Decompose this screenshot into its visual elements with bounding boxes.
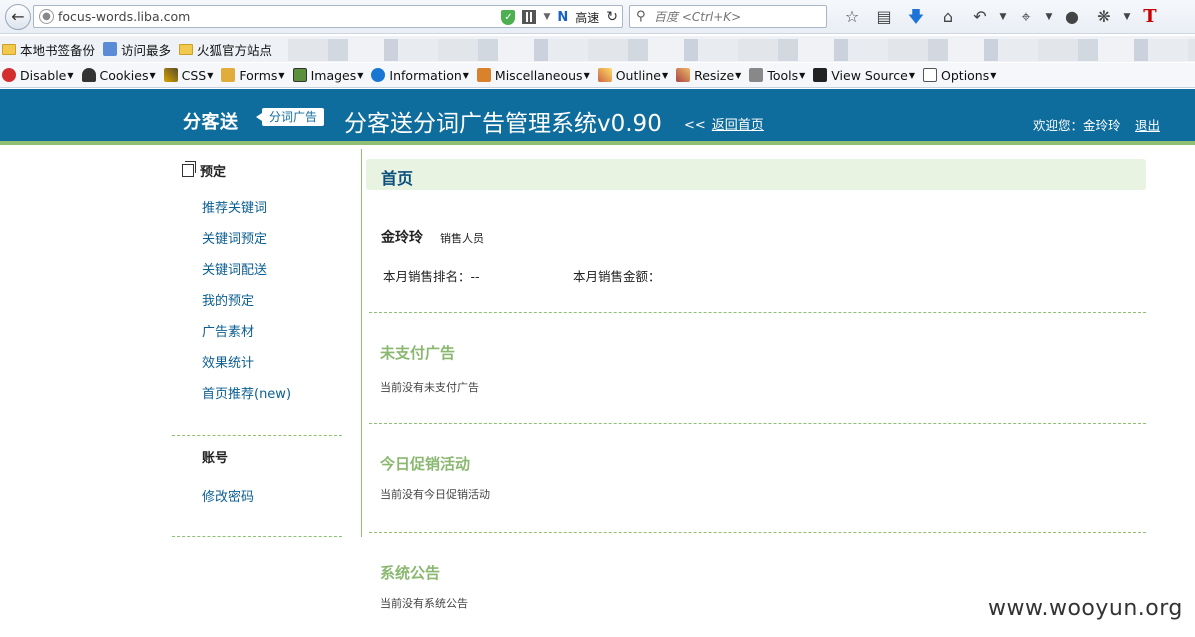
sidebar-link-recommended-keywords[interactable]: 推荐关键词 (202, 197, 291, 228)
forms-icon (221, 68, 236, 82)
dropdown-caret-icon[interactable]: ▼ (543, 12, 550, 22)
most-visited-icon (103, 42, 118, 56)
devbar-cookies[interactable]: Cookies ▼ (81, 68, 156, 83)
section-title-announcements: 系统公告 (380, 564, 441, 582)
copy-icon (182, 161, 196, 177)
crop-dropdown-icon[interactable]: ▼ (1042, 6, 1056, 28)
user-name: 金玲玲 (381, 230, 423, 246)
search-input[interactable] (654, 8, 822, 25)
bookmark-item[interactable]: 本地书签备份 (2, 40, 95, 59)
bookmark-item[interactable]: 火狐官方站点 (179, 40, 272, 59)
section-title-unpaid-ads: 未支付广告 (380, 344, 456, 362)
back-home-link[interactable]: 返回首页 (712, 118, 764, 133)
sidebar-link-statistics[interactable]: 效果统计 (202, 352, 291, 383)
speed-icon[interactable]: N (557, 10, 568, 25)
search-engine-icon[interactable]: ⚲ (636, 9, 646, 24)
section-title-promotions: 今日促销活动 (380, 455, 471, 473)
system-title: 分客送分词广告管理系统v0.90 (344, 111, 662, 137)
sidebar-link-my-reservations[interactable]: 我的预定 (202, 290, 291, 321)
back-home: << 返回首页 (684, 114, 764, 133)
text-t-icon[interactable]: T (1134, 6, 1166, 28)
web-developer-toolbar: Disable ▼ Cookies ▼ CSS ▼ Forms ▼ Images ▼ In… (0, 63, 1195, 88)
bug-dropdown-icon[interactable]: ▼ (1120, 6, 1134, 28)
monthly-sales-amount: 本月销售金额： (573, 269, 661, 284)
browser-toolbar: ☆ ▤ 🡇 ⌂ ↶ ▼ ⌖ ▼ ● ❋ ▼ T (836, 6, 1166, 28)
sidebar-divider (172, 435, 342, 436)
miscellaneous-icon (476, 68, 491, 82)
options-icon (923, 68, 938, 82)
speed-label[interactable]: 高速 (575, 9, 599, 26)
outline-icon (597, 68, 612, 82)
watermark: www.wooyun.org (988, 596, 1183, 621)
disable-icon (2, 68, 16, 82)
logo-badge: 分词广告 (255, 108, 325, 126)
sidebar-link-change-password[interactable]: 修改密码 (202, 486, 254, 505)
tools-icon (749, 68, 764, 82)
globe-icon: ● (39, 9, 54, 24)
sidebar-link-keyword-reserve[interactable]: 关键词预定 (202, 228, 291, 259)
resize-icon (676, 68, 691, 82)
devbar-resize[interactable]: Resize ▼ (676, 68, 741, 83)
search-box[interactable]: ⚲ (629, 5, 827, 28)
devbar-miscellaneous[interactable]: Miscellaneous ▼ (476, 68, 590, 83)
devbar-tools[interactable]: Tools ▼ (749, 68, 805, 83)
section-text-promotions: 当前没有今日促销活动 (380, 488, 490, 501)
sidebar-section-reserve: 预定 (182, 161, 226, 180)
sidebar-links: 推荐关键词 关键词预定 关键词配送 我的预定 广告素材 效果统计 首页推荐(ne… (202, 197, 291, 414)
page-header: 首页 (366, 159, 1146, 190)
devbar-images[interactable]: Images ▼ (292, 68, 363, 83)
sidebar-section-account: 账号 (202, 451, 229, 466)
devbar-view-source[interactable]: View Source ▼ (813, 68, 915, 83)
sidebar-link-keyword-delivery[interactable]: 关键词配送 (202, 259, 291, 290)
welcome-text: 欢迎您：金玲玲 (1033, 118, 1121, 133)
bookmark-item[interactable]: 访问最多 (103, 40, 171, 59)
devbar-forms[interactable]: Forms ▼ (221, 68, 285, 83)
bookmark-star-icon[interactable]: ☆ (836, 6, 868, 28)
double-chevron-left-icon: << (684, 118, 706, 133)
information-icon (371, 68, 386, 82)
back-button[interactable]: ← (5, 4, 31, 30)
devbar-outline[interactable]: Outline ▼ (597, 68, 668, 83)
section-divider (369, 312, 1146, 313)
download-arrow-icon[interactable]: 🡇 (900, 6, 932, 28)
bug-icon[interactable]: ❋ (1088, 6, 1120, 28)
user-role: 销售人员 (440, 232, 484, 245)
undo-dropdown-icon[interactable]: ▼ (996, 6, 1010, 28)
reader-list-icon[interactable]: ▤ (868, 6, 900, 28)
sidebar-divider (172, 536, 342, 537)
page-title: 首页 (381, 169, 414, 188)
url-text[interactable]: focus-words.liba.com (58, 9, 190, 24)
logout-link[interactable]: 退出 (1135, 115, 1160, 134)
crop-icon[interactable]: ⌖ (1010, 6, 1042, 28)
reload-icon[interactable]: ↻ (606, 9, 618, 25)
section-divider (369, 532, 1146, 533)
view-source-icon (813, 68, 828, 82)
css-icon (163, 68, 178, 82)
sidebar-link-ad-materials[interactable]: 广告素材 (202, 321, 291, 352)
address-bar[interactable]: ● focus-words.liba.com ✓ ▼ N 高速 ↻ (33, 5, 623, 28)
qr-code-icon[interactable] (522, 10, 537, 24)
monthly-sales-rank: 本月销售排名：-- (383, 269, 480, 284)
section-text-announcements: 当前没有系统公告 (380, 597, 468, 610)
devbar-disable[interactable]: Disable ▼ (2, 68, 74, 83)
images-icon (292, 68, 307, 82)
sidebar: 预定 推荐关键词 关键词预定 关键词配送 我的预定 广告素材 效果统计 首页推荐… (172, 149, 362, 537)
home-icon[interactable]: ⌂ (932, 6, 964, 28)
devbar-options[interactable]: Options ▼ (923, 68, 996, 83)
section-divider (369, 423, 1146, 424)
browser-nav-bar: ← ● focus-words.liba.com ✓ ▼ N 高速 ↻ ⚲ ☆ … (0, 0, 1195, 34)
app-header: 分客送 分词广告 分客送分词广告管理系统v0.90 << 返回首页 欢迎您：金玲玲… (0, 89, 1195, 145)
shield-icon[interactable]: ✓ (501, 9, 516, 25)
undo-icon[interactable]: ↶ (964, 6, 996, 28)
sidebar-link-homepage-recommend[interactable]: 首页推荐(new) (202, 383, 291, 414)
devbar-information[interactable]: Information ▼ (371, 68, 469, 83)
cookies-icon (81, 68, 96, 82)
devbar-css[interactable]: CSS ▼ (163, 68, 213, 83)
chat-bubble-icon[interactable]: ● (1056, 6, 1088, 28)
folder-icon (179, 43, 194, 55)
app-logo: 分客送 (183, 112, 239, 133)
folder-icon (2, 43, 16, 55)
blurred-bookmarks (288, 39, 1195, 61)
section-text-unpaid-ads: 当前没有未支付广告 (380, 381, 479, 394)
